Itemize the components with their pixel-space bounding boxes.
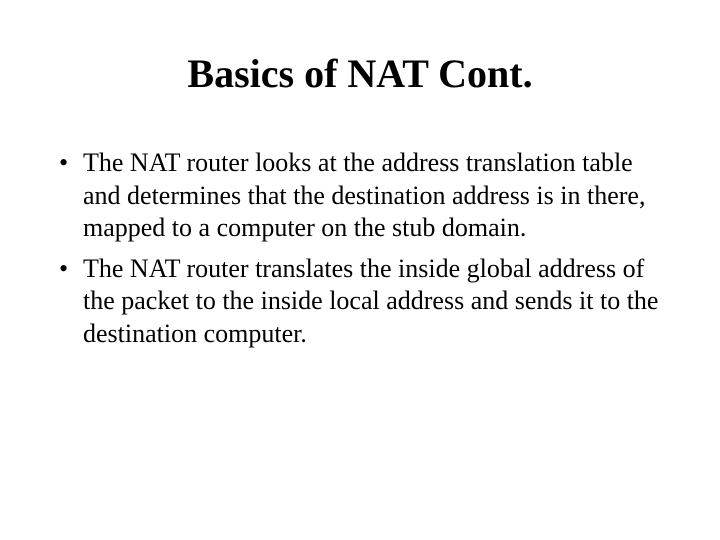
list-item: The NAT router looks at the address tran… (55, 147, 665, 245)
bullet-list: The NAT router looks at the address tran… (55, 147, 665, 350)
list-item: The NAT router translates the inside glo… (55, 253, 665, 351)
slide-title: Basics of NAT Cont. (55, 50, 665, 97)
